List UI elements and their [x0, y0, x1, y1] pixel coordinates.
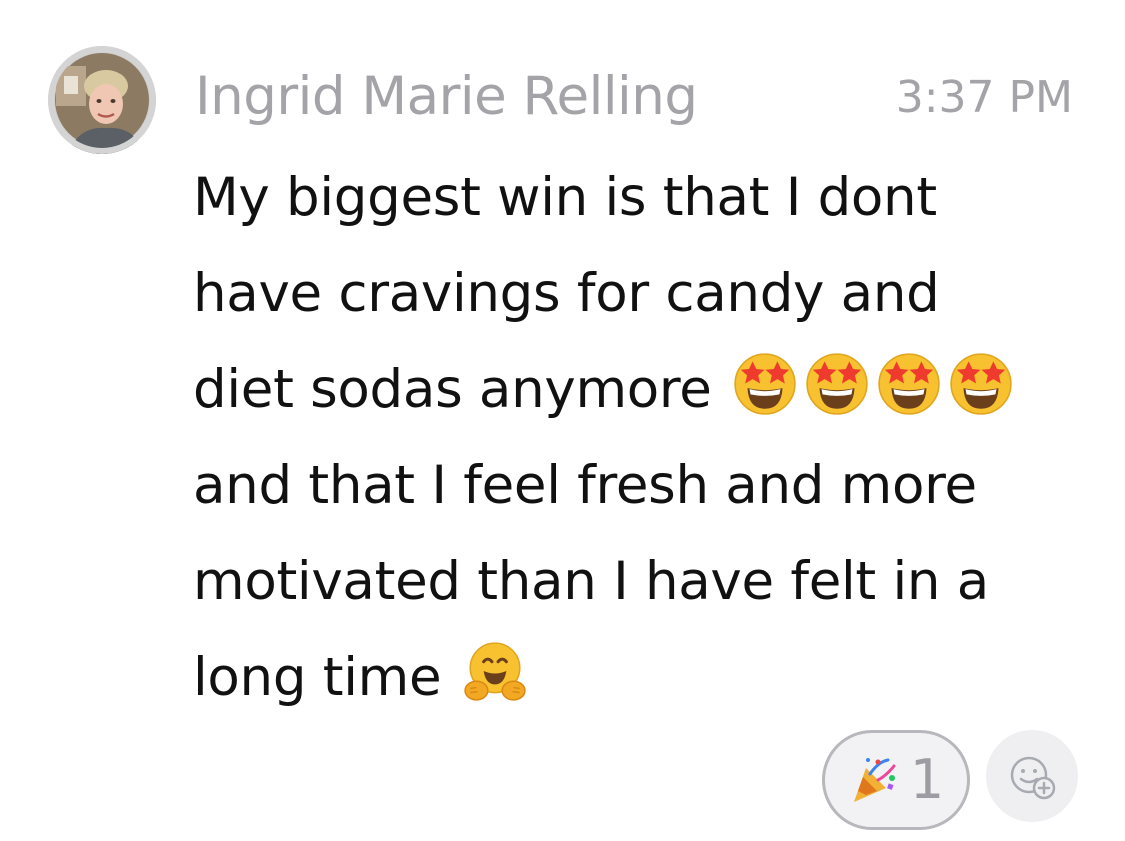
avatar[interactable]: [48, 46, 156, 154]
hugging-face-emoji: [462, 639, 528, 705]
star-struck-emoji: [876, 351, 942, 417]
party-popper-emoji: [848, 754, 900, 806]
add-reaction-button[interactable]: [986, 730, 1078, 822]
message-line: diet sodas anymore: [193, 342, 1093, 438]
message-line: long time: [193, 630, 1093, 726]
message-text: have cravings for candy and: [193, 263, 940, 324]
star-struck-emoji: [732, 351, 798, 417]
message-body: My biggest win is that I dont have cravi…: [193, 150, 1093, 726]
author-name[interactable]: Ingrid Marie Relling: [195, 62, 698, 132]
message-text: motivated than I have felt in a: [193, 551, 989, 612]
message-text: diet sodas anymore: [193, 359, 712, 420]
timestamp: 3:37 PM: [895, 72, 1073, 123]
reaction-pill[interactable]: 1: [822, 730, 970, 830]
message-line: motivated than I have felt in a: [193, 534, 1093, 630]
message-line: My biggest win is that I dont: [193, 150, 1093, 246]
message-text: My biggest win is that I dont: [193, 167, 937, 228]
message-text: long time: [193, 647, 442, 708]
message-text: and that I feel fresh and more: [193, 455, 977, 516]
message-line: and that I feel fresh and more: [193, 438, 1093, 534]
message-line: have cravings for candy and: [193, 246, 1093, 342]
star-struck-emoji: [804, 351, 870, 417]
add-reaction-icon: [1010, 756, 1056, 800]
star-struck-emoji: [948, 351, 1014, 417]
reaction-count: 1: [909, 748, 945, 811]
